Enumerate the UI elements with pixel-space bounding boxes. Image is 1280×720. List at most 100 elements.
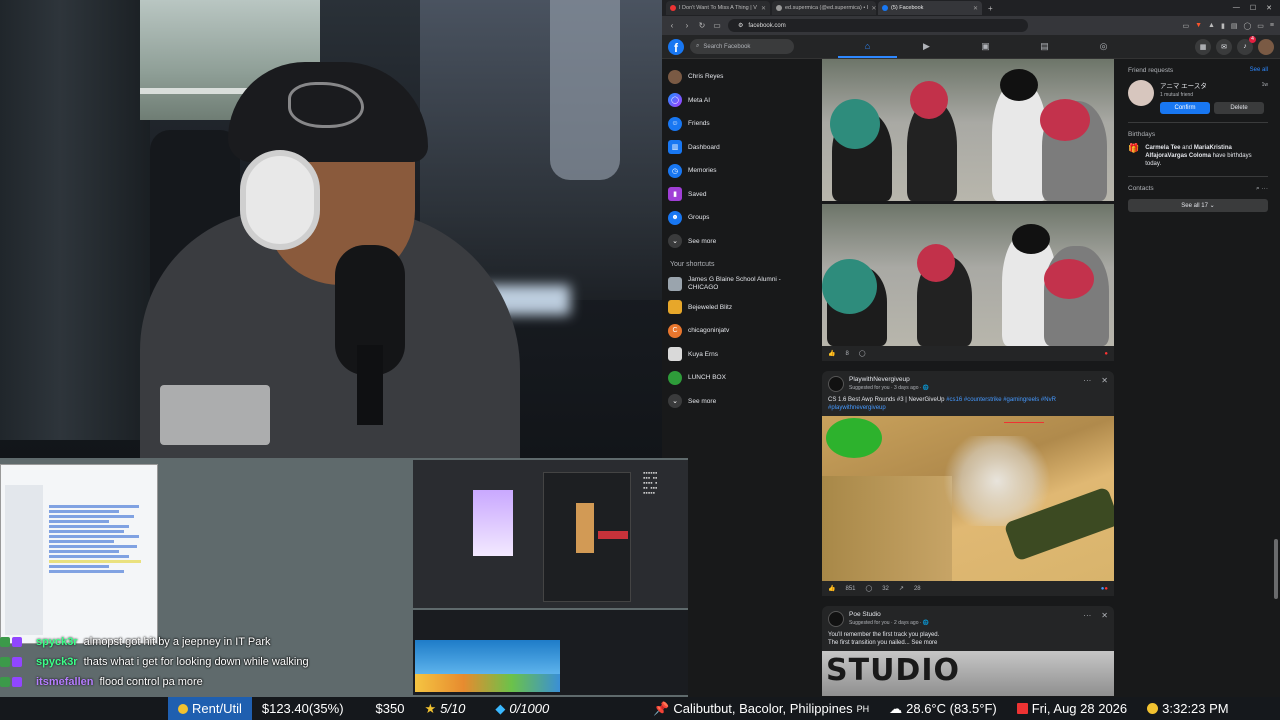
tab-facebook[interactable]: (5) Facebook ✕ (878, 1, 982, 15)
site-info-icon[interactable]: ⚙ (738, 22, 743, 29)
close-window-icon[interactable]: ✕ (1266, 4, 1272, 12)
sheet-row (49, 540, 114, 543)
obs-log: ▪▪▪▪▪▪ ▪▪▪ ▪▪ ▪▪▪▪ ▪ ▪▪ ▪▪▪ ▪▪▪▪▪ (643, 470, 658, 495)
menu-icon[interactable]: ≡ (1270, 22, 1274, 30)
obs-panel (543, 472, 631, 602)
microphone (335, 245, 405, 425)
post-photo[interactable] (822, 204, 1114, 346)
mutual-friends: 1 mutual friend (1160, 92, 1194, 98)
shortcut-item[interactable]: James G Blaine School Alumni - CHICAGO (668, 272, 806, 296)
wallet-icon[interactable]: ▭ (1257, 22, 1264, 30)
star-goal: ★ 5/10 (414, 697, 475, 720)
sidebar-item-dashboard[interactable]: ▥ Dashboard (668, 136, 806, 160)
sidebar-item-memories[interactable]: ◷ Memories (668, 159, 806, 183)
sheet-row (49, 555, 129, 558)
like-icon[interactable]: 👍 (828, 585, 835, 592)
close-icon[interactable]: ✕ (761, 5, 766, 12)
tab-threads[interactable]: ed.supermica (@ed.supermica) • I ✕ (772, 1, 876, 15)
video-icon: ▶ (923, 41, 930, 51)
search-icon[interactable]: ⌕ (1256, 185, 1260, 192)
new-tab-button[interactable]: + (984, 4, 997, 13)
nav-video[interactable]: ▶ (897, 36, 956, 58)
search-placeholder: Search Facebook (703, 43, 751, 50)
bookmark-icon[interactable]: ▭ (713, 21, 721, 30)
post-meta: Suggested for you · 2 days ago · 🌐 (849, 620, 930, 626)
post-card: Poe Studio Suggested for you · 2 days ag… (822, 606, 1114, 696)
close-icon[interactable]: ✕ (973, 5, 978, 12)
profile-icon[interactable]: ◯ (1243, 22, 1251, 30)
account-avatar[interactable] (1258, 38, 1274, 55)
sidebar-item-groups[interactable]: ☻ Groups (668, 206, 806, 230)
author-avatar[interactable] (828, 376, 844, 392)
sidebar-icon[interactable]: ▮ (1221, 22, 1225, 30)
shortcut-item[interactable]: Bejeweled Blitz (668, 296, 806, 320)
confirm-button[interactable]: Confirm (1160, 102, 1210, 114)
author-name[interactable]: PlaywithNevergiveup (849, 376, 929, 383)
close-icon[interactable]: ✕ (871, 5, 876, 12)
nav-home[interactable]: ⌂ (838, 36, 897, 58)
sidebar-item-profile[interactable]: Chris Reyes (668, 65, 806, 89)
post-caption-more[interactable]: The first transition you nailed... See m… (828, 639, 1108, 647)
person-hair (910, 81, 948, 119)
shortcut-label: James G Blaine School Alumni - CHICAGO (688, 275, 781, 291)
birthday-notice[interactable]: 🎁 Carmela Tee and MariaKristina Alfajora… (1128, 144, 1268, 168)
see-all-link[interactable]: See all (1250, 67, 1268, 74)
maximize-icon[interactable]: ☐ (1250, 4, 1256, 12)
search-input[interactable]: ⌕ Search Facebook (690, 39, 794, 54)
forward-icon[interactable]: › (683, 21, 691, 30)
nav-marketplace[interactable]: ▣ (956, 36, 1015, 58)
author-avatar[interactable] (828, 611, 844, 627)
shortcuts-see-more[interactable]: ⌄ See more (668, 390, 806, 414)
sidebar-item-saved[interactable]: ▮ Saved (668, 183, 806, 207)
post-caption: You'll remember the first track you play… (828, 632, 940, 638)
close-icon[interactable]: ✕ (1101, 611, 1108, 620)
sidebar-item-friends[interactable]: ☺ Friends (668, 112, 806, 136)
sidebar-item-see-more[interactable]: ⌄ See more (668, 230, 806, 254)
comment-icon[interactable]: ◯ (859, 350, 866, 357)
minimize-icon[interactable]: — (1233, 4, 1240, 12)
shortcut-item[interactable]: C chicagoninjatv (668, 319, 806, 343)
delete-button[interactable]: Delete (1214, 102, 1264, 114)
brave-rewards-icon[interactable]: ▲ (1208, 22, 1215, 30)
share-icon[interactable]: ↗ (899, 585, 904, 592)
tab-search-icon[interactable]: ▭ (1182, 22, 1189, 30)
star-value: 5/10 (440, 701, 466, 716)
game-capture (415, 640, 560, 692)
author-name[interactable]: Poe Studio (849, 611, 929, 618)
person-hair (830, 99, 880, 149)
tab-youtube[interactable]: I Don't Want To Miss A Thing | V ✕ (666, 1, 770, 15)
scrollbar[interactable] (1274, 539, 1278, 599)
comment-icon[interactable]: ◯ (866, 585, 873, 592)
reload-icon[interactable]: ↻ (698, 21, 706, 30)
request-name[interactable]: アニマ エースタ (1160, 80, 1207, 90)
window-controls: — ☐ ✕ (1233, 4, 1276, 12)
post-image[interactable]: STUDIO (822, 651, 1114, 696)
post-photo[interactable] (822, 59, 1114, 201)
nav-gaming[interactable]: ◎ (1074, 36, 1133, 58)
brave-shield-icon[interactable]: ▼ (1195, 22, 1202, 30)
back-icon[interactable]: ‹ (668, 21, 676, 30)
birthdays-header: Birthdays (1128, 131, 1268, 138)
sheet-row (49, 525, 129, 528)
extensions-icon[interactable]: ▤ (1231, 22, 1238, 30)
contacts-header: Contacts ⌕ ··· (1128, 185, 1268, 193)
sidebar-item-meta-ai[interactable]: ◯ Meta AI (668, 89, 806, 113)
shortcut-item[interactable]: LUNCH BOX (668, 366, 806, 390)
like-icon[interactable]: 👍 (828, 350, 835, 357)
facebook-logo[interactable]: f (668, 38, 684, 55)
more-options-icon[interactable]: ··· (1083, 376, 1091, 385)
shortcut-item[interactable]: Kuya Erns (668, 343, 806, 367)
main-nav: ⌂ ▶ ▣ ▤ ◎ (838, 36, 1133, 58)
more-options-icon[interactable]: ··· (1262, 185, 1269, 192)
sheet-row (49, 530, 124, 533)
messenger-button[interactable]: ✉ (1216, 38, 1232, 55)
notifications-button[interactable]: ♪ 4 (1237, 35, 1256, 55)
menu-grid-button[interactable]: ▦ (1195, 38, 1211, 55)
avatar[interactable] (1128, 80, 1154, 106)
see-all-contacts-button[interactable]: See all 17 ⌄ (1128, 199, 1268, 212)
nav-groups[interactable]: ▤ (1015, 36, 1074, 58)
url-field[interactable]: ⚙ facebook.com (728, 19, 1028, 32)
more-options-icon[interactable]: ··· (1083, 611, 1091, 620)
close-icon[interactable]: ✕ (1101, 376, 1108, 385)
video-thumbnail[interactable] (822, 416, 1114, 581)
